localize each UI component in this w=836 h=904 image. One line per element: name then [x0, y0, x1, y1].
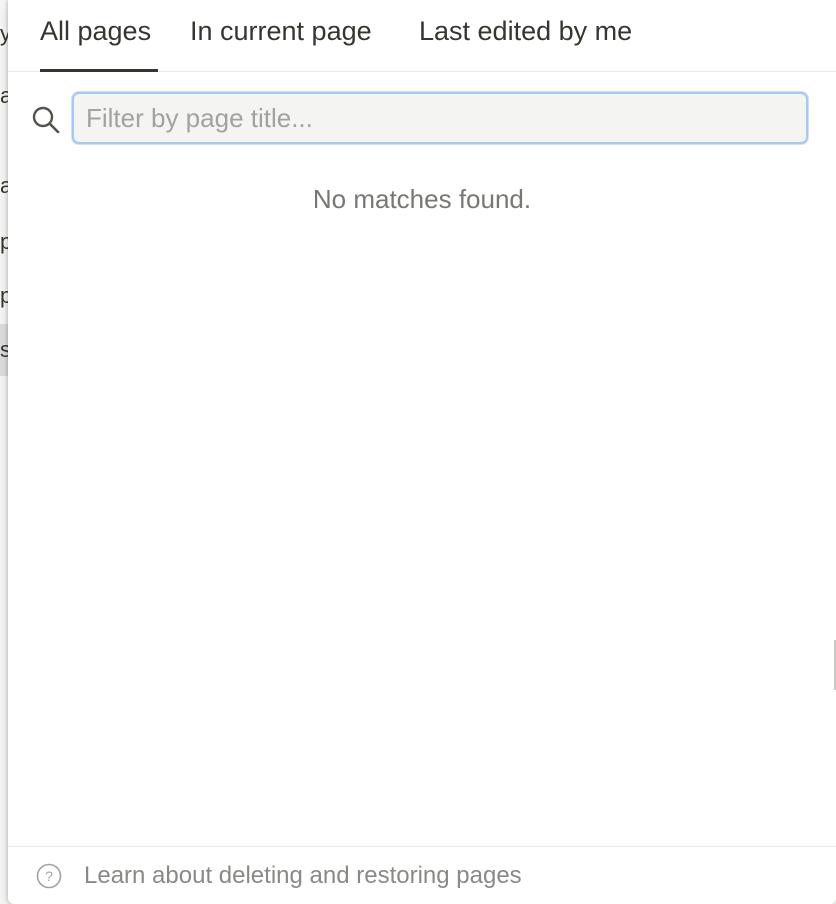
filter-pages-input[interactable]: [72, 92, 808, 144]
learn-more-text: Learn about deleting and restoring pages: [84, 862, 522, 889]
tab-label: All pages: [40, 16, 152, 46]
svg-text:?: ?: [45, 868, 53, 884]
tab-bar: All pages In current page Last edited by…: [8, 0, 836, 72]
active-tab-indicator: [40, 69, 158, 72]
empty-results-message: No matches found.: [312, 184, 532, 214]
tab-in-current-page[interactable]: In current page: [190, 16, 372, 71]
tab-label: Last edited by me: [419, 16, 633, 46]
learn-more-link[interactable]: ? Learn about deleting and restoring pag…: [8, 846, 836, 904]
search-icon: [32, 106, 60, 134]
trash-popup: All pages In current page Last edited by…: [8, 0, 836, 904]
help-circle-icon: ?: [36, 863, 62, 889]
tab-last-edited-by-me[interactable]: Last edited by me: [419, 16, 632, 71]
search-row: [8, 90, 836, 150]
tab-label: In current page: [190, 16, 372, 46]
tab-all-pages[interactable]: All pages: [40, 16, 158, 72]
